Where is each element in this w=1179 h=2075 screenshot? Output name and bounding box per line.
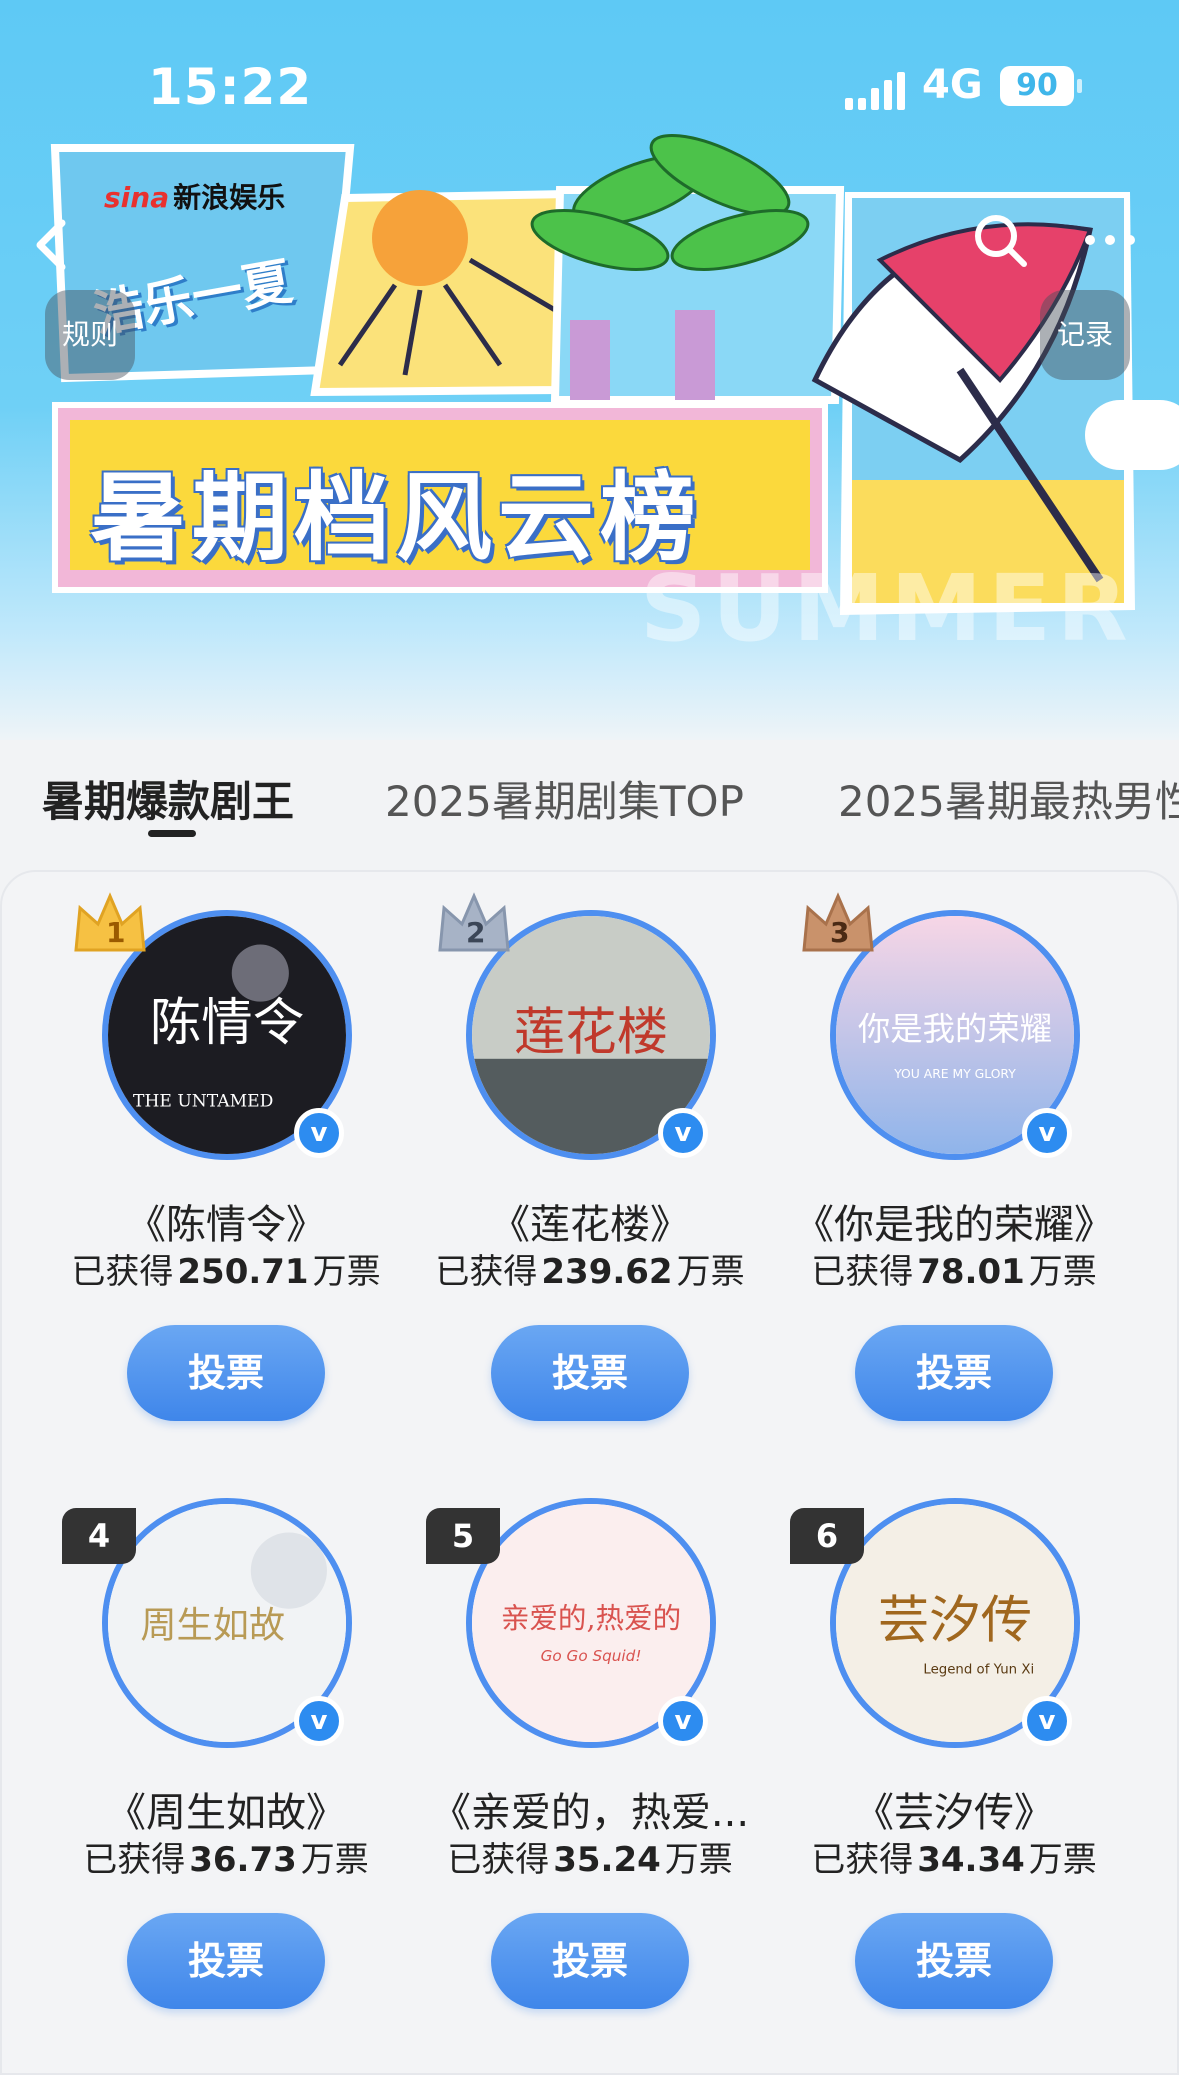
ranking-card-2: 莲花楼 2 v 《莲花楼》 已获得 239.62 万票 投票: [410, 892, 770, 1450]
poster-subtitle: Go Go Squid!: [541, 1647, 642, 1665]
drama-title: 《陈情令》: [126, 1202, 326, 1248]
vote-prefix: 已获得: [447, 1840, 550, 1880]
vote-prefix: 已获得: [811, 1252, 914, 1292]
rank-number: 2: [466, 916, 485, 949]
back-arrow-icon[interactable]: [30, 215, 70, 275]
vote-button[interactable]: 投票: [127, 1325, 325, 1421]
verified-icon: v: [658, 1696, 708, 1746]
vote-number: 250.71: [177, 1252, 309, 1292]
ranking-panel: 陈情令 THE UNTAMED 1 v 《陈情令》 已获得 250.71 万票 投票…: [0, 870, 1179, 2075]
vote-button[interactable]: 投票: [855, 1913, 1053, 2009]
verified-icon: v: [658, 1108, 708, 1158]
ranking-card-6: 芸汐传 Legend of Yun Xi 6 v 《芸汐传》 已获得 34.34 万…: [774, 1498, 1134, 2038]
vote-button[interactable]: 投票: [491, 1913, 689, 2009]
record-button[interactable]: 记录: [1040, 290, 1130, 380]
rank-badge: 4: [62, 1508, 136, 1564]
poster-title: 亲爱的,热爱的: [501, 1601, 681, 1635]
battery-icon: 90: [1000, 66, 1082, 106]
poster-title: 莲花楼: [514, 1002, 668, 1062]
vote-suffix: 万票: [1028, 1840, 1097, 1880]
verified-icon: v: [294, 1696, 344, 1746]
vote-count: 已获得 250.71 万票: [46, 1244, 406, 1293]
vote-count: 已获得 34.34 万票: [774, 1832, 1134, 1881]
rank-number: 3: [830, 916, 849, 949]
active-tab-indicator: [148, 830, 196, 837]
vote-suffix: 万票: [676, 1252, 745, 1292]
network-type: 4G: [922, 62, 983, 108]
vote-prefix: 已获得: [811, 1840, 914, 1880]
rank-badge: 5: [426, 1508, 500, 1564]
brand-name: 新浪娱乐: [173, 181, 286, 214]
banner-watermark: SUMMER: [640, 555, 1134, 662]
drama-title: 《周生如故》: [106, 1790, 346, 1836]
poster-title: 你是我的荣耀: [858, 1010, 1052, 1048]
signal-icon: [845, 72, 905, 110]
ranking-card-4: 周生如故 4 v 《周生如故》 已获得 36.73 万票 投票: [46, 1498, 406, 2038]
drama-title: 《芸汐传》: [854, 1790, 1054, 1836]
sina-ent-logo: sina 新浪娱乐: [104, 176, 285, 216]
vote-number: 239.62: [541, 1252, 673, 1292]
vote-button[interactable]: 投票: [127, 1913, 325, 2009]
hero-banner: sina 新浪娱乐 浩乐一夏 暑期档风云榜 SUMMER 15:22 4G 90 …: [0, 0, 1179, 740]
verified-icon: v: [1022, 1696, 1072, 1746]
more-icon[interactable]: [1080, 225, 1140, 255]
rank-number: 1: [106, 916, 125, 949]
vote-number: 36.73: [189, 1840, 297, 1880]
tab-2025-summer-hottest-male[interactable]: 2025暑期最热男性: [838, 768, 1179, 829]
vote-button[interactable]: 投票: [491, 1325, 689, 1421]
vote-suffix: 万票: [664, 1840, 733, 1880]
vote-prefix: 已获得: [83, 1840, 186, 1880]
banner-title: 暑期档风云榜: [90, 462, 702, 574]
vote-count: 已获得 78.01 万票: [774, 1244, 1134, 1293]
vote-suffix: 万票: [300, 1840, 369, 1880]
verified-icon: v: [1022, 1108, 1072, 1158]
vote-suffix: 万票: [312, 1252, 381, 1292]
vote-number: 34.34: [917, 1840, 1025, 1880]
drama-title: 《莲花楼》: [490, 1202, 690, 1248]
vote-count: 已获得 35.24 万票: [410, 1832, 770, 1881]
gold-crown-icon: 1: [74, 892, 146, 952]
ranking-card-1: 陈情令 THE UNTAMED 1 v 《陈情令》 已获得 250.71 万票 投票: [46, 892, 406, 1450]
verified-icon: v: [294, 1108, 344, 1158]
silver-crown-icon: 2: [438, 892, 510, 952]
vote-count: 已获得 239.62 万票: [410, 1244, 770, 1293]
drama-title: 《你是我的荣耀》: [794, 1202, 1114, 1248]
ranking-card-3: 你是我的荣耀 YOU ARE MY GLORY 3 v 《你是我的荣耀》 已获得…: [774, 892, 1134, 1450]
vote-number: 78.01: [917, 1252, 1025, 1292]
drama-title: 《亲爱的，热爱...: [430, 1790, 750, 1836]
status-time: 15:22: [148, 58, 313, 116]
vote-prefix: 已获得: [435, 1252, 538, 1292]
ranking-card-5: 亲爱的,热爱的 Go Go Squid! 5 v 《亲爱的，热爱... 已获得 3…: [410, 1498, 770, 2038]
tab-2025-summer-drama-top[interactable]: 2025暑期剧集TOP: [385, 768, 744, 829]
vote-prefix: 已获得: [71, 1252, 174, 1292]
rules-button[interactable]: 规则: [45, 290, 135, 380]
poster-subtitle: THE UNTAMED: [133, 1091, 273, 1111]
poster-subtitle: YOU ARE MY GLORY: [893, 1067, 1016, 1081]
poster-subtitle: Legend of Yun Xi: [923, 1662, 1034, 1677]
poster-title: 芸汐传: [878, 1590, 1032, 1650]
search-icon[interactable]: [970, 210, 1030, 270]
tab-summer-hit-king[interactable]: 暑期爆款剧王: [42, 768, 294, 829]
poster-title: 陈情令: [150, 993, 304, 1053]
status-bar: 15:22 4G 90: [0, 50, 1179, 130]
poster-title: 周生如故: [140, 1603, 285, 1646]
vote-count: 已获得 36.73 万票: [46, 1832, 406, 1881]
bronze-crown-icon: 3: [802, 892, 874, 952]
vote-number: 35.24: [553, 1840, 661, 1880]
vote-button[interactable]: 投票: [855, 1325, 1053, 1421]
vote-suffix: 万票: [1028, 1252, 1097, 1292]
rank-badge: 6: [790, 1508, 864, 1564]
sina-logo-mark: sina: [104, 181, 170, 214]
